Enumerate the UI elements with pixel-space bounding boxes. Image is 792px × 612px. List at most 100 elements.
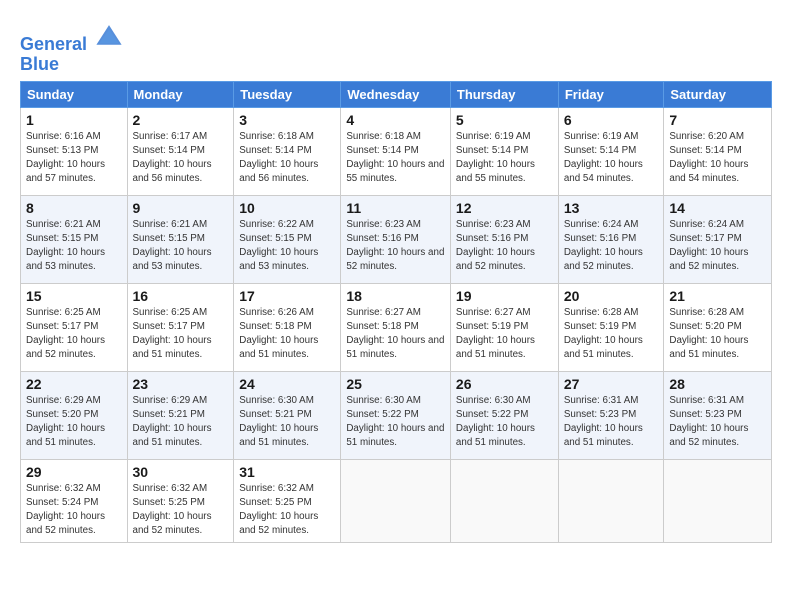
day-number: 2: [133, 112, 229, 128]
day-info: Sunrise: 6:19 AM Sunset: 5:14 PM Dayligh…: [456, 130, 553, 187]
calendar-cell: 29 Sunrise: 6:32 AM Sunset: 5:24 PM Dayl…: [21, 459, 128, 543]
day-info: Sunrise: 6:28 AM Sunset: 5:19 PM Dayligh…: [564, 306, 659, 363]
day-number: 24: [239, 376, 335, 392]
calendar-cell: 25 Sunrise: 6:30 AM Sunset: 5:22 PM Dayl…: [341, 371, 451, 459]
weekday-header: Wednesday: [341, 81, 451, 107]
calendar-cell: 31 Sunrise: 6:32 AM Sunset: 5:25 PM Dayl…: [234, 459, 341, 543]
calendar-cell: 27 Sunrise: 6:31 AM Sunset: 5:23 PM Dayl…: [558, 371, 664, 459]
calendar-cell: [450, 459, 558, 543]
calendar-cell: 21 Sunrise: 6:28 AM Sunset: 5:20 PM Dayl…: [664, 283, 772, 371]
calendar-cell: 19 Sunrise: 6:27 AM Sunset: 5:19 PM Dayl…: [450, 283, 558, 371]
calendar-cell: 28 Sunrise: 6:31 AM Sunset: 5:23 PM Dayl…: [664, 371, 772, 459]
weekday-header: Saturday: [664, 81, 772, 107]
day-info: Sunrise: 6:30 AM Sunset: 5:21 PM Dayligh…: [239, 394, 335, 451]
weekday-header: Tuesday: [234, 81, 341, 107]
day-number: 28: [669, 376, 766, 392]
calendar-cell: 22 Sunrise: 6:29 AM Sunset: 5:20 PM Dayl…: [21, 371, 128, 459]
calendar-cell: 24 Sunrise: 6:30 AM Sunset: 5:21 PM Dayl…: [234, 371, 341, 459]
calendar-cell: 2 Sunrise: 6:17 AM Sunset: 5:14 PM Dayli…: [127, 107, 234, 195]
calendar-cell: [558, 459, 664, 543]
day-info: Sunrise: 6:32 AM Sunset: 5:25 PM Dayligh…: [239, 482, 335, 539]
day-info: Sunrise: 6:24 AM Sunset: 5:16 PM Dayligh…: [564, 218, 659, 275]
day-info: Sunrise: 6:30 AM Sunset: 5:22 PM Dayligh…: [346, 394, 445, 451]
day-number: 19: [456, 288, 553, 304]
calendar-cell: 7 Sunrise: 6:20 AM Sunset: 5:14 PM Dayli…: [664, 107, 772, 195]
day-info: Sunrise: 6:29 AM Sunset: 5:21 PM Dayligh…: [133, 394, 229, 451]
day-info: Sunrise: 6:16 AM Sunset: 5:13 PM Dayligh…: [26, 130, 122, 187]
header: General Blue: [20, 18, 772, 75]
calendar-cell: 10 Sunrise: 6:22 AM Sunset: 5:15 PM Dayl…: [234, 195, 341, 283]
calendar-cell: 18 Sunrise: 6:27 AM Sunset: 5:18 PM Dayl…: [341, 283, 451, 371]
weekday-header: Monday: [127, 81, 234, 107]
day-number: 14: [669, 200, 766, 216]
day-number: 21: [669, 288, 766, 304]
day-number: 31: [239, 464, 335, 480]
page-container: General Blue SundayMondayTuesdayWednesda…: [0, 0, 792, 553]
day-info: Sunrise: 6:31 AM Sunset: 5:23 PM Dayligh…: [669, 394, 766, 451]
day-info: Sunrise: 6:30 AM Sunset: 5:22 PM Dayligh…: [456, 394, 553, 451]
day-info: Sunrise: 6:21 AM Sunset: 5:15 PM Dayligh…: [26, 218, 122, 275]
day-info: Sunrise: 6:27 AM Sunset: 5:19 PM Dayligh…: [456, 306, 553, 363]
day-info: Sunrise: 6:28 AM Sunset: 5:20 PM Dayligh…: [669, 306, 766, 363]
day-number: 25: [346, 376, 445, 392]
calendar-cell: [341, 459, 451, 543]
calendar-cell: 26 Sunrise: 6:30 AM Sunset: 5:22 PM Dayl…: [450, 371, 558, 459]
calendar-cell: 11 Sunrise: 6:23 AM Sunset: 5:16 PM Dayl…: [341, 195, 451, 283]
calendar-table: SundayMondayTuesdayWednesdayThursdayFrid…: [20, 81, 772, 544]
logo-text: General: [20, 22, 123, 55]
day-info: Sunrise: 6:32 AM Sunset: 5:25 PM Dayligh…: [133, 482, 229, 539]
day-number: 13: [564, 200, 659, 216]
day-info: Sunrise: 6:20 AM Sunset: 5:14 PM Dayligh…: [669, 130, 766, 187]
calendar-week-row: 29 Sunrise: 6:32 AM Sunset: 5:24 PM Dayl…: [21, 459, 772, 543]
calendar-cell: 20 Sunrise: 6:28 AM Sunset: 5:19 PM Dayl…: [558, 283, 664, 371]
day-info: Sunrise: 6:23 AM Sunset: 5:16 PM Dayligh…: [346, 218, 445, 275]
day-info: Sunrise: 6:18 AM Sunset: 5:14 PM Dayligh…: [239, 130, 335, 187]
calendar-cell: 14 Sunrise: 6:24 AM Sunset: 5:17 PM Dayl…: [664, 195, 772, 283]
day-number: 6: [564, 112, 659, 128]
day-number: 3: [239, 112, 335, 128]
day-number: 18: [346, 288, 445, 304]
day-number: 29: [26, 464, 122, 480]
calendar-week-row: 22 Sunrise: 6:29 AM Sunset: 5:20 PM Dayl…: [21, 371, 772, 459]
calendar-week-row: 15 Sunrise: 6:25 AM Sunset: 5:17 PM Dayl…: [21, 283, 772, 371]
calendar-week-row: 8 Sunrise: 6:21 AM Sunset: 5:15 PM Dayli…: [21, 195, 772, 283]
logo-blue-text: Blue: [20, 55, 123, 75]
calendar-cell: 1 Sunrise: 6:16 AM Sunset: 5:13 PM Dayli…: [21, 107, 128, 195]
day-info: Sunrise: 6:17 AM Sunset: 5:14 PM Dayligh…: [133, 130, 229, 187]
calendar-cell: 17 Sunrise: 6:26 AM Sunset: 5:18 PM Dayl…: [234, 283, 341, 371]
calendar-cell: 3 Sunrise: 6:18 AM Sunset: 5:14 PM Dayli…: [234, 107, 341, 195]
day-info: Sunrise: 6:32 AM Sunset: 5:24 PM Dayligh…: [26, 482, 122, 539]
day-info: Sunrise: 6:24 AM Sunset: 5:17 PM Dayligh…: [669, 218, 766, 275]
day-info: Sunrise: 6:19 AM Sunset: 5:14 PM Dayligh…: [564, 130, 659, 187]
day-number: 27: [564, 376, 659, 392]
weekday-header: Thursday: [450, 81, 558, 107]
day-number: 4: [346, 112, 445, 128]
logo-icon: [95, 22, 123, 50]
day-number: 26: [456, 376, 553, 392]
day-number: 23: [133, 376, 229, 392]
calendar-cell: 12 Sunrise: 6:23 AM Sunset: 5:16 PM Dayl…: [450, 195, 558, 283]
calendar-cell: 9 Sunrise: 6:21 AM Sunset: 5:15 PM Dayli…: [127, 195, 234, 283]
day-number: 16: [133, 288, 229, 304]
day-number: 7: [669, 112, 766, 128]
calendar-cell: 6 Sunrise: 6:19 AM Sunset: 5:14 PM Dayli…: [558, 107, 664, 195]
day-info: Sunrise: 6:21 AM Sunset: 5:15 PM Dayligh…: [133, 218, 229, 275]
day-number: 12: [456, 200, 553, 216]
day-number: 22: [26, 376, 122, 392]
weekday-header: Sunday: [21, 81, 128, 107]
day-info: Sunrise: 6:29 AM Sunset: 5:20 PM Dayligh…: [26, 394, 122, 451]
calendar-cell: 13 Sunrise: 6:24 AM Sunset: 5:16 PM Dayl…: [558, 195, 664, 283]
day-info: Sunrise: 6:25 AM Sunset: 5:17 PM Dayligh…: [133, 306, 229, 363]
calendar-cell: 15 Sunrise: 6:25 AM Sunset: 5:17 PM Dayl…: [21, 283, 128, 371]
logo: General Blue: [20, 22, 123, 75]
calendar-cell: 5 Sunrise: 6:19 AM Sunset: 5:14 PM Dayli…: [450, 107, 558, 195]
calendar-cell: 8 Sunrise: 6:21 AM Sunset: 5:15 PM Dayli…: [21, 195, 128, 283]
day-info: Sunrise: 6:27 AM Sunset: 5:18 PM Dayligh…: [346, 306, 445, 363]
day-info: Sunrise: 6:31 AM Sunset: 5:23 PM Dayligh…: [564, 394, 659, 451]
day-number: 9: [133, 200, 229, 216]
calendar-week-row: 1 Sunrise: 6:16 AM Sunset: 5:13 PM Dayli…: [21, 107, 772, 195]
calendar-cell: [664, 459, 772, 543]
day-number: 17: [239, 288, 335, 304]
day-number: 30: [133, 464, 229, 480]
day-number: 20: [564, 288, 659, 304]
